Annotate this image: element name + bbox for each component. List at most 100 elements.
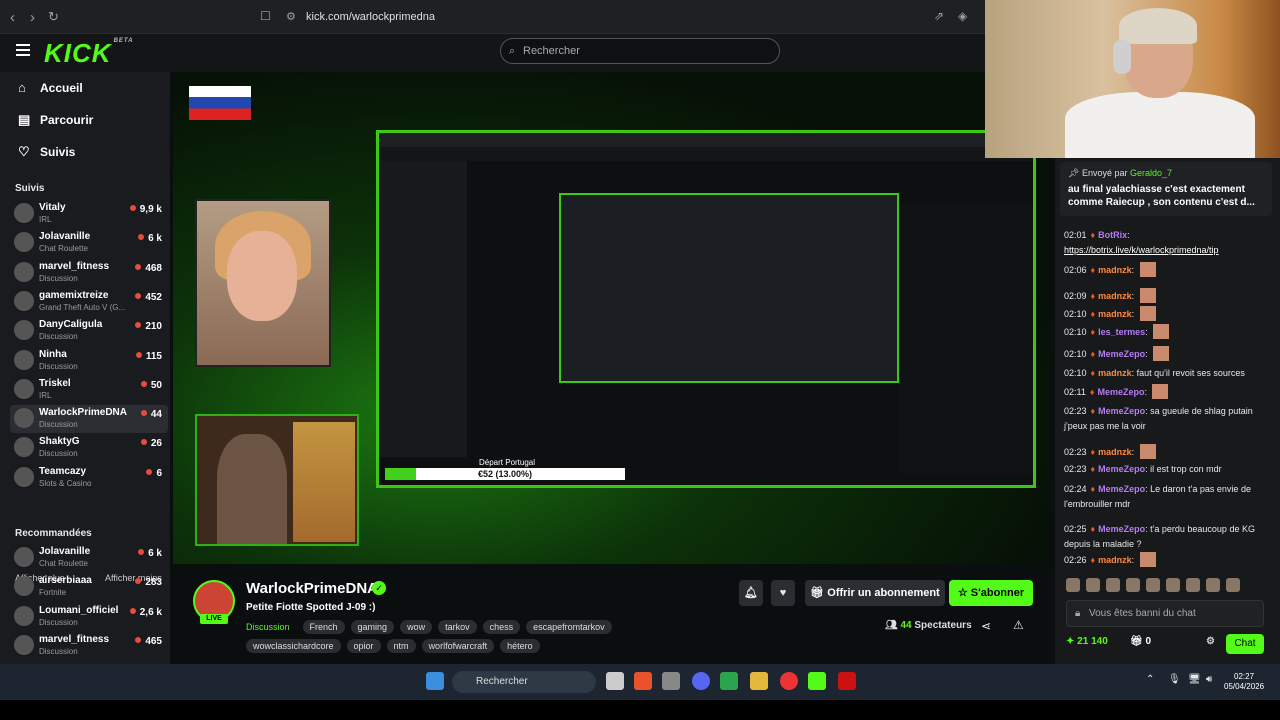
category-link[interactable]: Discussion	[246, 620, 297, 634]
forward-icon[interactable]: ›	[30, 9, 35, 26]
chat-username[interactable]: madnzk	[1098, 447, 1132, 457]
streamer-name[interactable]: WarlockPrimeDNA	[246, 580, 378, 597]
sidebar-channel[interactable]: Teamcazy Slots & Casino 6	[10, 464, 168, 492]
folder-icon[interactable]	[750, 672, 768, 690]
sidebar-channel[interactable]: ShaktyG Discussion 26	[10, 434, 168, 462]
sidebar-channel[interactable]: WarlockPrimeDNA Discussion 44	[10, 405, 168, 434]
chat-username[interactable]: MemeZepo	[1098, 349, 1145, 359]
pdf-reader-icon[interactable]	[838, 672, 856, 690]
channel-name: Loumani_officiel	[39, 604, 119, 616]
sidebar-channel[interactable]: Jolavanille Chat Roulette 6 k	[10, 544, 168, 572]
tip-link[interactable]: https://botrix.live/k/warlockprimedna/ti…	[1064, 245, 1219, 255]
gift-count[interactable]: 🎁︎ 0	[1130, 636, 1151, 647]
tag-chip[interactable]: ntm	[386, 639, 416, 653]
chat-input[interactable]: 🔒︎ Vous êtes banni du chat	[1066, 600, 1264, 627]
chat-username[interactable]: MemeZepo	[1098, 464, 1145, 474]
chat-username[interactable]: MemeZepo	[1098, 524, 1145, 534]
badge-icon: ♦	[1090, 265, 1096, 275]
sidebar-channel[interactable]: Vitaly IRL 9,9 k	[10, 200, 168, 228]
tag-chip[interactable]: escapefromtarkov	[526, 620, 612, 634]
chat-message: 02:11 ♦ MemeZepo:	[1064, 384, 1274, 400]
chat-username[interactable]: madnzk	[1098, 309, 1132, 319]
sidebar-channel[interactable]: Loumani_officiel Discussion 2,6 k	[10, 603, 168, 631]
sidebar-channel[interactable]: Triskel IRL 50	[10, 376, 168, 404]
tag-chip[interactable]: hétero	[500, 639, 540, 653]
chat-username[interactable]: MemeZepo	[1098, 484, 1145, 494]
menu-icon[interactable]	[16, 44, 30, 56]
site-header: KICK BETA ⌕ Rechercher	[0, 34, 985, 72]
back-icon[interactable]: ‹	[10, 9, 15, 26]
sidebar-channel[interactable]: DanyCaligula Discussion 210	[10, 317, 168, 345]
channel-name: DanyCaligula	[39, 319, 103, 331]
kick-app-icon[interactable]	[808, 672, 826, 690]
notification-bell-button[interactable]: 🔔︎	[739, 580, 763, 606]
sidebar-channel[interactable]: marvel_fitness Discussion 468	[10, 259, 168, 287]
follow-heart-button[interactable]: ♥	[771, 580, 795, 606]
chat-send-button[interactable]: Chat	[1226, 634, 1264, 654]
chat-username[interactable]: MemeZepo	[1098, 406, 1145, 416]
chat-username[interactable]: MemeZepo	[1097, 387, 1144, 397]
pinned-text: au final yalachiasse c'est exactement co…	[1068, 184, 1255, 208]
tag-chip[interactable]: wow	[400, 620, 433, 634]
video-player[interactable]: Départ Portugal €52 (13.00%)	[173, 72, 1050, 564]
gift-subscription-button[interactable]: 🎁︎ Offrir un abonnement	[805, 580, 945, 606]
sidebar-channel[interactable]: gamemixtreize Grand Theft Auto V (G... 452	[10, 288, 168, 316]
network-icon[interactable]: 🖥︎	[1188, 674, 1201, 685]
tag-chip[interactable]: tarkov	[438, 620, 477, 634]
channel-name: Teamcazy	[39, 465, 87, 477]
search-input[interactable]: ⌕ Rechercher	[500, 38, 780, 64]
site-info-icon[interactable]: ⚙	[286, 6, 296, 28]
tag-chip[interactable]: chess	[482, 620, 521, 634]
badge-icon: ♦	[1090, 555, 1096, 565]
nav-parcourir[interactable]: ▤ Parcourir	[18, 110, 93, 130]
nav-suivis[interactable]: ♡ Suivis	[18, 142, 75, 162]
subscribe-button[interactable]: ☆ S'abonner	[949, 580, 1033, 606]
sidebar-channel[interactable]: airserbiaaa Fortnite 283	[10, 573, 168, 601]
shield-icon[interactable]: ◈	[958, 9, 967, 23]
task-view-icon[interactable]	[606, 672, 624, 690]
chat-username[interactable]: madnzk	[1098, 555, 1132, 565]
channel-points[interactable]: ✦ 21 140	[1066, 636, 1108, 647]
chat-username[interactable]: madnzk	[1098, 368, 1132, 378]
microphone-icon[interactable]: 🎙︎	[1168, 674, 1181, 685]
chat-message: 02:26 ♦ madnzk:	[1064, 552, 1274, 568]
windows-start-icon[interactable]	[426, 672, 444, 690]
share-icon[interactable]: ⋖	[981, 619, 991, 633]
share-icon[interactable]: ⇗	[934, 9, 944, 23]
tag-chip[interactable]: French	[302, 620, 345, 634]
tag-chip[interactable]: worlfofwarcraft	[421, 639, 495, 653]
channel-name: airserbiaaa	[39, 575, 92, 587]
chrome-icon[interactable]	[780, 672, 798, 690]
goal-label: Départ Portugal	[479, 458, 536, 467]
chat-username[interactable]: madnzk	[1098, 265, 1132, 275]
kick-logo[interactable]: KICK BETA	[44, 38, 133, 69]
spreadsheet-icon[interactable]	[720, 672, 738, 690]
tag-chip[interactable]: opior	[346, 639, 381, 653]
sidebar-channel[interactable]: Ninha Discussion 115	[10, 347, 168, 375]
app-icon[interactable]	[662, 672, 680, 690]
tag-chip[interactable]: wowclassichardcore	[246, 639, 341, 653]
brave-icon[interactable]	[634, 672, 652, 690]
pinned-message[interactable]: 📌︎ Envoyé par Geraldo_7 au final yalachi…	[1060, 162, 1272, 216]
discord-icon[interactable]	[692, 672, 710, 690]
chat-username[interactable]: madnzk	[1098, 291, 1132, 301]
bookmark-icon[interactable]: ☐	[260, 9, 271, 23]
tag-chip[interactable]: gaming	[350, 620, 395, 634]
sidebar-channel[interactable]: Jolavanille Chat Roulette 6 k	[10, 229, 168, 257]
sidebar-channel[interactable]: marvel_fitness Discussion 465	[10, 632, 168, 660]
report-icon[interactable]: ⚠	[1013, 618, 1024, 632]
tray-chevron-icon[interactable]: ⌃	[1146, 674, 1154, 685]
chat-message: 02:23 ♦ MemeZepo: sa gueule de shlag putai…	[1064, 406, 1253, 431]
system-clock[interactable]: 02:27 05/04/2026	[1224, 672, 1264, 692]
channel-name: WarlockPrimeDNA	[39, 407, 127, 419]
chat-username[interactable]: les_termes	[1098, 327, 1145, 337]
reload-icon[interactable]: ↻	[48, 9, 59, 25]
volume-icon[interactable]: 🔊︎	[1206, 674, 1212, 685]
avatar	[14, 290, 34, 311]
taskbar-search[interactable]: Rechercher	[452, 671, 596, 693]
chat-settings-icon[interactable]: ⚙	[1206, 636, 1215, 647]
nav-accueil[interactable]: ⌂ Accueil	[18, 78, 83, 98]
address-bar[interactable]: ⚙ kick.com/warlockprimedna	[278, 6, 978, 28]
chat-username[interactable]: BotRix	[1098, 230, 1127, 240]
emote-bar[interactable]	[1066, 578, 1266, 594]
